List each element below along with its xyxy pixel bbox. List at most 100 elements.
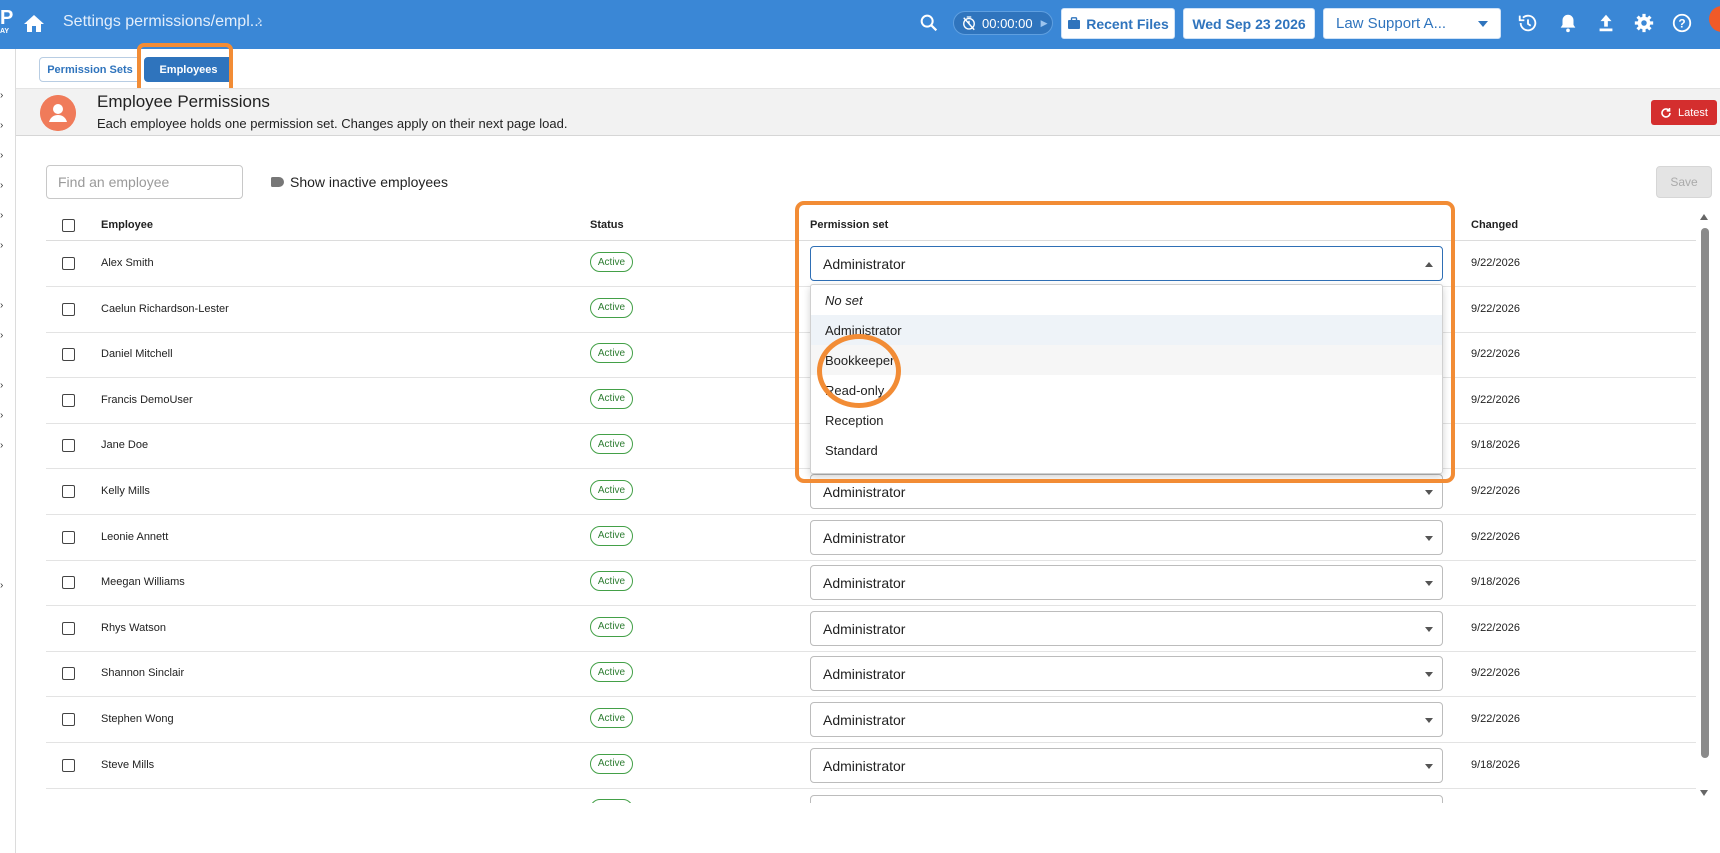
permission-select[interactable]	[810, 795, 1443, 803]
help-icon[interactable]: ?	[1671, 12, 1693, 34]
timer-icon	[963, 16, 975, 31]
changed-date: 9/22/2026	[1471, 257, 1520, 269]
permission-select[interactable]: Administrator	[810, 747, 1443, 783]
status-badge: Active	[590, 616, 633, 637]
search-input[interactable]	[46, 165, 243, 199]
app-logo[interactable]: P AY	[0, 8, 14, 38]
employee-name: Steve Mills	[101, 758, 155, 771]
sidebar-arrow-icon[interactable]: ›	[0, 380, 3, 391]
office-select[interactable]: Law Support A...	[1323, 8, 1501, 39]
status-badge: Active	[590, 297, 633, 318]
row-checkbox[interactable]	[62, 530, 75, 544]
sidebar-arrow-icon[interactable]: ›	[0, 210, 3, 221]
sidebar-arrow-icon[interactable]: ›	[0, 240, 3, 251]
changed-date: 9/18/2026	[1471, 576, 1520, 589]
chevron-down-icon	[1478, 21, 1488, 27]
changed-date: 9/18/2026	[1471, 439, 1520, 452]
permission-select-value: Administrator	[823, 575, 906, 592]
recent-files-button[interactable]: Recent Files	[1061, 8, 1175, 39]
row-checkbox[interactable]	[62, 621, 75, 635]
svg-text:?: ?	[1678, 17, 1685, 31]
home-icon[interactable]	[22, 12, 46, 36]
sidebar-arrow-icon[interactable]: ›	[0, 300, 3, 311]
row-checkbox[interactable]	[62, 393, 75, 407]
changed-date: 9/22/2026	[1471, 621, 1520, 634]
employee-name: Stephen Wong	[101, 713, 174, 725]
bell-icon[interactable]	[1557, 12, 1579, 34]
row-checkbox[interactable]	[62, 758, 75, 772]
user-avatar-icon	[40, 95, 76, 131]
sidebar-arrow-icon[interactable]: ›	[0, 580, 3, 591]
employee-name: Daniel Mitchell	[101, 348, 173, 361]
column-header-employee[interactable]: Employee	[101, 219, 153, 231]
date-button[interactable]: Wed Sep 23 2026	[1183, 8, 1315, 39]
user-avatar[interactable]	[1709, 6, 1720, 32]
row-checkbox[interactable]	[62, 576, 75, 590]
sidebar-arrow-icon[interactable]: ›	[0, 90, 3, 101]
timer-value: 00:00:00	[982, 15, 1033, 31]
row-checkbox[interactable]	[62, 257, 75, 270]
highlight-permission-column	[795, 201, 1455, 483]
breadcrumb-chevron-icon: ›	[257, 12, 263, 29]
permission-select[interactable]: Administrator	[810, 519, 1443, 555]
status-badge: Active	[590, 252, 633, 272]
tab-permission-sets[interactable]: Permission Sets	[39, 57, 141, 82]
chevron-down-icon	[1425, 535, 1433, 541]
chevron-down-icon	[1425, 490, 1433, 495]
permission-select[interactable]: Administrator	[810, 610, 1443, 646]
permission-select[interactable]: Administrator	[810, 656, 1443, 692]
permission-select[interactable]: Administrator	[810, 565, 1443, 601]
row-checkbox[interactable]	[62, 348, 75, 362]
status-badge: Active	[590, 708, 633, 728]
employee-name: Shannon Sinclair	[101, 667, 185, 680]
sidebar-arrow-icon[interactable]: ›	[0, 410, 3, 421]
row-checkbox[interactable]	[62, 302, 75, 316]
show-inactive-toggle[interactable]: Show inactive employees	[271, 174, 448, 190]
permission-select-value: Administrator	[823, 712, 906, 728]
save-button[interactable]: Save	[1656, 166, 1712, 198]
page-subtitle: Each employee holds one permission set. …	[97, 116, 568, 131]
status-badge: Active	[590, 753, 633, 774]
status-badge: Active	[590, 480, 633, 500]
chevron-down-icon	[1425, 672, 1433, 678]
column-header-changed[interactable]: Changed	[1471, 219, 1518, 231]
permission-select[interactable]: Administrator	[810, 702, 1443, 737]
employee-name: Jane Doe	[101, 439, 149, 452]
changed-date: 9/22/2026	[1471, 667, 1520, 680]
briefcase-icon	[1068, 17, 1081, 29]
sidebar-arrow-icon[interactable]: ›	[0, 150, 3, 161]
play-icon[interactable]: ▶	[1041, 18, 1048, 29]
history-icon[interactable]	[1517, 12, 1539, 34]
select-all-checkbox[interactable]	[62, 219, 75, 232]
changed-date: 9/18/2026	[1471, 758, 1520, 771]
changed-date: 9/22/2026	[1471, 485, 1520, 497]
row-checkbox[interactable]	[62, 713, 75, 726]
breadcrumb[interactable]: Settings permissions/empl...	[63, 13, 263, 31]
sidebar-arrow-icon[interactable]: ›	[0, 180, 3, 191]
latest-button[interactable]: Latest	[1651, 100, 1717, 125]
gear-icon[interactable]	[1633, 12, 1655, 34]
status-badge: Active	[590, 662, 633, 683]
sub-tab-bar: Permission Sets Employees	[16, 49, 1720, 89]
row-checkbox[interactable]	[62, 485, 75, 498]
scroll-down-icon[interactable]	[1700, 790, 1708, 796]
scroll-up-icon[interactable]	[1700, 214, 1708, 220]
employee-name: Kelly Mills	[101, 485, 150, 497]
upload-icon[interactable]	[1595, 12, 1617, 34]
scrollbar-thumb[interactable]	[1701, 228, 1709, 758]
sidebar-arrow-icon[interactable]: ›	[0, 120, 3, 131]
chevron-down-icon	[1425, 626, 1433, 632]
search-icon[interactable]	[918, 12, 940, 34]
row-checkbox[interactable]	[62, 439, 75, 453]
sidebar-arrow-icon[interactable]: ›	[0, 330, 3, 341]
sidebar-arrow-icon[interactable]: ›	[0, 440, 3, 451]
timer-widget[interactable]: 00:00:00 ▶	[953, 11, 1053, 35]
table-row: Leonie Annett Active Administrator 9/22/202…	[46, 515, 1696, 561]
permission-select-value: Administrator	[823, 484, 906, 500]
toggle-switch-icon[interactable]	[271, 177, 284, 187]
table-row: Shannon Sinclair Active Administrator 9/22/…	[46, 651, 1696, 698]
employee-name: Francis DemoUser	[101, 393, 193, 406]
row-checkbox[interactable]	[62, 667, 75, 681]
permission-select-value: Administrator	[823, 757, 906, 774]
column-header-status[interactable]: Status	[590, 219, 624, 231]
